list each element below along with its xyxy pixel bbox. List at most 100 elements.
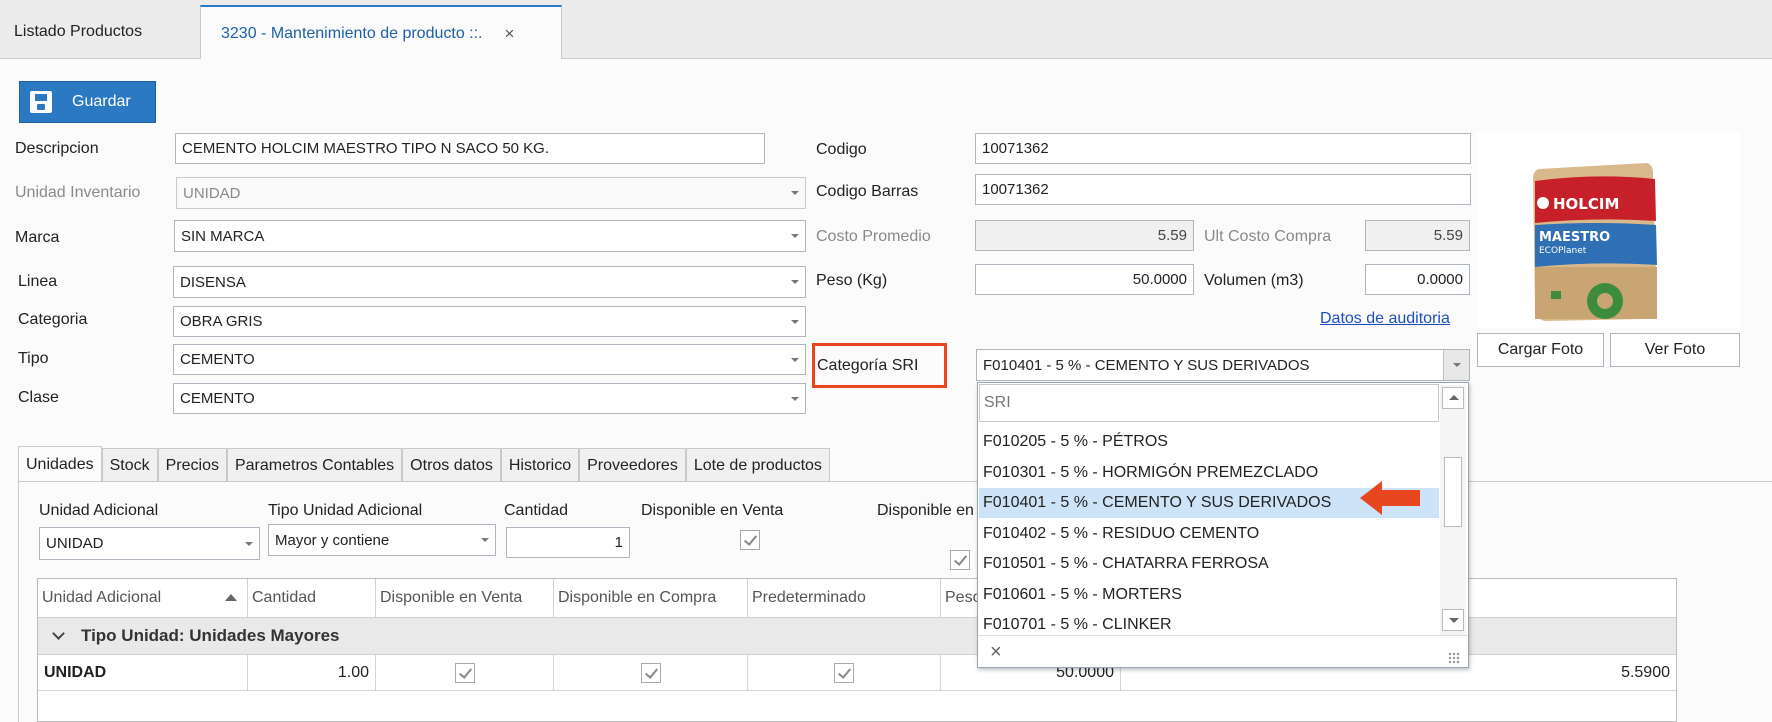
column-header-unidad-adicional[interactable]: Unidad Adicional [38, 579, 248, 617]
descripcion-value: CEMENTO HOLCIM MAESTRO TIPO N SACO 50 KG… [182, 140, 550, 157]
dropdown-option[interactable]: F010601 - 5 % - MORTERS [979, 580, 1439, 610]
tab-mantenimiento-producto[interactable]: 3230 - Mantenimiento de producto ::. × [200, 5, 562, 60]
scroll-up-button[interactable] [1442, 387, 1464, 409]
costo-promedio-label: Costo Promedio [816, 228, 931, 245]
categoria-select[interactable]: OBRA GRIS [173, 306, 806, 337]
header-label: Disponible en Compra [558, 589, 717, 606]
column-header-predeterminado[interactable]: Predeterminado [748, 579, 941, 617]
unidad-adicional-value: UNIDAD [46, 535, 104, 552]
peso-input[interactable]: 50.0000 [975, 264, 1194, 295]
cell-text: 5.5900 [1621, 663, 1670, 681]
lower-tab-strip: Unidades Stock Precios Parametros Contables… [18, 446, 830, 482]
close-icon[interactable]: × [505, 24, 515, 44]
close-icon[interactable]: × [990, 641, 1002, 664]
chevron-down-icon[interactable] [52, 627, 65, 640]
cell-text: 1.00 [337, 663, 369, 681]
chevron-down-icon [791, 191, 799, 195]
chevron-down-icon [791, 319, 799, 324]
dropdown-footer: × [978, 635, 1468, 669]
tab-parametros-contables[interactable]: Parametros Contables [226, 448, 403, 482]
ult-costo-field: 5.59 [1365, 220, 1470, 251]
save-button[interactable]: Guardar [19, 81, 156, 123]
linea-select[interactable]: DISENSA [173, 266, 806, 298]
dropdown-option[interactable]: F010402 - 5 % - RESIDUO CEMENTO [979, 519, 1439, 549]
disponible-venta-label: Disponible en Venta [641, 502, 784, 519]
codigo-barras-input[interactable]: 10071362 [975, 174, 1471, 205]
ver-foto-label: Ver Foto [1644, 341, 1706, 358]
unidad-adicional-label: Unidad Adicional [39, 502, 159, 519]
tipo-unidad-adicional-label: Tipo Unidad Adicional [268, 502, 423, 519]
cell-cantidad[interactable]: 1.00 [248, 655, 376, 691]
volumen-value: 0.0000 [1417, 271, 1463, 288]
codigo-label: Codigo [816, 141, 867, 158]
arrow-left-icon [1360, 481, 1420, 515]
tipo-label: Tipo [18, 350, 49, 367]
clase-label: Clase [18, 389, 59, 406]
tab-historico[interactable]: Historico [500, 448, 580, 482]
resize-grip-icon[interactable] [1448, 652, 1460, 664]
ver-foto-button[interactable]: Ver Foto [1610, 333, 1740, 367]
peso-value: 50.0000 [1132, 271, 1187, 288]
marca-select[interactable]: SIN MARCA [174, 220, 806, 252]
clase-value: CEMENTO [180, 390, 255, 407]
dropdown-option[interactable]: F010205 - 5 % - PÉTROS [979, 427, 1439, 457]
checkbox[interactable] [640, 662, 661, 683]
codigo-barras-label: Codigo Barras [816, 183, 919, 200]
categoria-sri-label: Categoría SRI [817, 357, 919, 374]
volumen-input[interactable]: 0.0000 [1365, 264, 1470, 295]
tab-otros-datos[interactable]: Otros datos [402, 448, 501, 482]
datos-auditoria-link[interactable]: Datos de auditoria [1320, 310, 1450, 328]
cell-disponible-venta[interactable] [376, 655, 554, 691]
checkbox[interactable] [834, 662, 854, 683]
cantidad-input[interactable]: 1 [506, 527, 630, 558]
dropdown-search-input[interactable]: SRI [979, 384, 1439, 422]
cargar-foto-button[interactable]: Cargar Foto [1477, 333, 1604, 367]
scroll-down-button[interactable] [1442, 609, 1464, 631]
tab-precios[interactable]: Precios [157, 448, 227, 482]
unidad-adicional-select[interactable]: UNIDAD [39, 527, 260, 560]
dropdown-button[interactable] [1443, 350, 1469, 380]
scroll-thumb[interactable] [1444, 457, 1462, 527]
cell-predeterminado[interactable] [748, 655, 941, 691]
marca-label: Marca [15, 229, 60, 246]
cell-unidad[interactable]: UNIDAD [38, 655, 248, 691]
cantidad-label: Cantidad [504, 502, 569, 519]
column-header-disponible-venta[interactable]: Disponible en Venta [376, 579, 554, 617]
tab-proveedores[interactable]: Proveedores [579, 448, 686, 482]
column-header-cantidad[interactable]: Cantidad [248, 579, 376, 617]
header-label: Unidad Adicional [42, 589, 162, 606]
cargar-foto-label: Cargar Foto [1497, 341, 1584, 358]
tab-listado-productos[interactable]: Listado Productos [0, 5, 198, 59]
header-label: Predeterminado [752, 589, 866, 606]
product-photo: HOLCIM MAESTRO ECOPlanet [1477, 133, 1740, 328]
header-label: Cantidad [252, 589, 317, 606]
dropdown-option[interactable]: F010501 - 5 % - CHATARRA FERROSA [979, 549, 1439, 579]
tipo-value: CEMENTO [180, 351, 255, 368]
cantidad-value: 1 [614, 534, 623, 551]
sort-ascending-icon [225, 594, 237, 601]
checkbox[interactable] [454, 662, 475, 683]
disponible-venta-checkbox[interactable] [740, 530, 760, 550]
tab-label: Listado Productos [14, 23, 143, 40]
floppy-disk-icon [30, 91, 52, 113]
tipo-unidad-adicional-value: Mayor y contiene [275, 531, 390, 549]
clase-select[interactable]: CEMENTO [173, 383, 806, 414]
column-header-disponible-compra[interactable]: Disponible en Compra [554, 579, 748, 617]
costo-promedio-value: 5.59 [1157, 227, 1187, 244]
categoria-sri-select[interactable]: F010401 - 5 % - CEMENTO Y SUS DERIVADOS [976, 349, 1470, 381]
tipo-select[interactable]: CEMENTO [173, 344, 806, 375]
tab-lote-de-productos[interactable]: Lote de productos [685, 448, 830, 482]
cement-bag-image: HOLCIM MAESTRO ECOPlanet [1477, 133, 1740, 328]
tab-unidades[interactable]: Unidades [18, 446, 102, 482]
cell-disponible-compra[interactable] [554, 655, 748, 691]
tab-stock[interactable]: Stock [101, 448, 158, 482]
product-line1-text: MAESTRO [1539, 230, 1610, 245]
chevron-down-icon [481, 538, 489, 542]
disponible-compra-checkbox[interactable] [950, 550, 970, 570]
categoria-sri-value: F010401 - 5 % - CEMENTO Y SUS DERIVADOS [983, 356, 1310, 374]
chevron-down-icon [791, 280, 799, 284]
tipo-unidad-adicional-select[interactable]: Mayor y contiene [268, 524, 496, 556]
dropdown-scrollbar[interactable] [1440, 385, 1466, 635]
codigo-input[interactable]: 10071362 [975, 133, 1471, 164]
descripcion-input[interactable]: CEMENTO HOLCIM MAESTRO TIPO N SACO 50 KG… [175, 133, 765, 164]
